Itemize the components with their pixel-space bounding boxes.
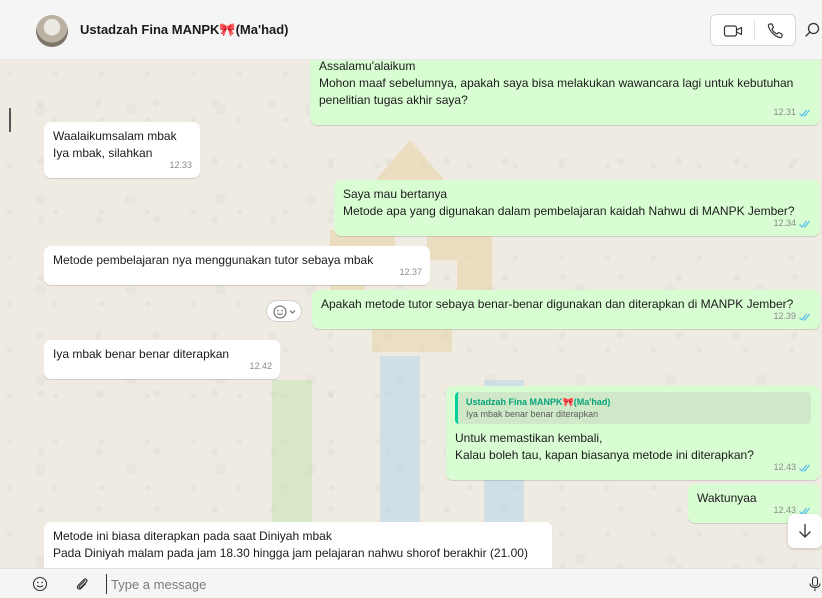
call-divider (754, 19, 755, 41)
voice-call-icon[interactable] (765, 21, 785, 41)
message-time: 12.31 (773, 107, 796, 117)
message-bubble-outgoing[interactable]: Saya mau bertanya Metode apa yang diguna… (334, 180, 820, 236)
message-text: Untuk memastikan kembali, Kalau boleh ta… (455, 431, 754, 462)
message-text: Metode pembelajaran nya menggunakan tuto… (53, 253, 374, 267)
message-meta: 12.42 (249, 358, 272, 375)
message-meta: 12.37 (399, 264, 422, 281)
message-time: 12.43 (773, 462, 796, 472)
microphone-icon[interactable] (808, 576, 822, 592)
message-meta: 12.43 (773, 459, 812, 476)
message-meta: 12.34 (773, 215, 812, 232)
scroll-indicator[interactable] (9, 108, 11, 132)
contact-avatar[interactable] (36, 15, 68, 47)
read-ticks-icon (799, 464, 810, 472)
read-ticks-icon (799, 220, 810, 228)
quoted-author: Ustadzah Fina MANPK🎀(Ma'had) (466, 397, 611, 407)
message-input[interactable] (106, 574, 796, 594)
message-bubble-outgoing[interactable]: Assalamu'alaikum Mohon maaf sebelumnya, … (310, 60, 820, 125)
message-meta: 12.31 (773, 104, 812, 121)
message-text: Apakah metode tutor sebaya benar-benar d… (321, 297, 794, 311)
emoji-icon[interactable] (32, 576, 48, 592)
message-bubble-incoming[interactable]: Metode ini biasa diterapkan pada saat Di… (44, 522, 552, 568)
message-text: Metode ini biasa diterapkan pada saat Di… (53, 529, 528, 560)
message-time: 12.34 (773, 218, 796, 228)
message-bubble-outgoing[interactable]: Apakah metode tutor sebaya benar-benar d… (312, 290, 820, 329)
message-text: Assalamu'alaikum Mohon maaf sebelumnya, … (319, 60, 794, 107)
read-ticks-icon (799, 313, 810, 321)
reaction-button[interactable] (266, 300, 302, 322)
message-bubble-outgoing[interactable]: Ustadzah Fina MANPK🎀(Ma'had) Iya mbak be… (446, 386, 820, 480)
message-composer (0, 568, 822, 598)
scroll-to-bottom-button[interactable] (788, 514, 822, 548)
paperclip-icon[interactable] (74, 576, 90, 592)
message-time: 12.37 (399, 267, 422, 277)
smiley-icon (273, 305, 296, 319)
arrow-down-icon (799, 524, 811, 538)
message-text: Saya mau bertanya Metode apa yang diguna… (343, 187, 795, 218)
quoted-message[interactable]: Ustadzah Fina MANPK🎀(Ma'had) Iya mbak be… (455, 392, 811, 424)
search-icon[interactable] (804, 22, 820, 38)
video-call-icon[interactable] (723, 23, 743, 39)
message-meta: 12.33 (169, 157, 192, 174)
message-text: Iya mbak benar benar diterapkan (53, 347, 230, 361)
message-time: 12.33 (169, 160, 192, 170)
contact-name[interactable]: Ustadzah Fina MANPK🎀(Ma'had) (80, 22, 289, 38)
message-bubble-incoming[interactable]: Waalaikumsalam mbak Iya mbak, silahkan 1… (44, 122, 200, 178)
message-bubble-incoming[interactable]: Iya mbak benar benar diterapkan 12.42 (44, 340, 280, 379)
call-buttons-group (710, 14, 796, 46)
message-time: 12.39 (773, 311, 796, 321)
read-ticks-icon (799, 109, 810, 117)
message-meta: 12.39 (773, 308, 812, 325)
chat-header: Ustadzah Fina MANPK🎀(Ma'had) (0, 0, 822, 60)
message-time: 12.42 (249, 361, 272, 371)
quoted-text: Iya mbak benar benar diterapkan (466, 409, 599, 419)
chevron-down-icon (289, 310, 296, 314)
message-bubble-incoming[interactable]: Metode pembelajaran nya menggunakan tuto… (44, 246, 430, 285)
message-list[interactable]: Assalamu'alaikum Mohon maaf sebelumnya, … (0, 60, 822, 568)
